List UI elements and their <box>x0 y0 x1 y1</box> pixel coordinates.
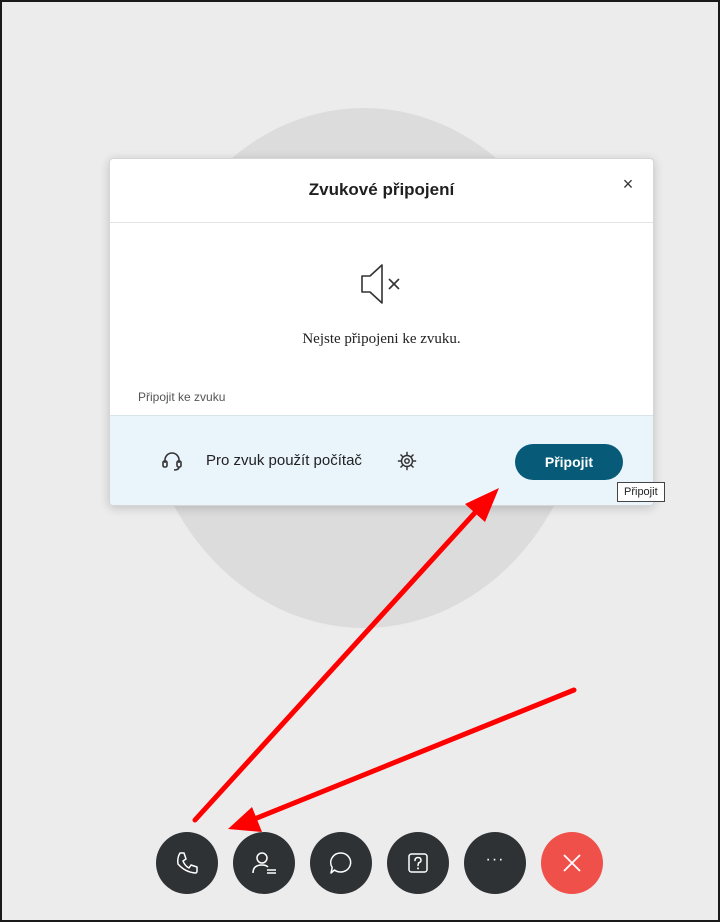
leave-meeting-button[interactable] <box>541 832 603 894</box>
section-label: Připojit ke zvuku <box>138 390 226 404</box>
qa-button[interactable] <box>387 832 449 894</box>
phone-icon <box>177 852 198 874</box>
participants-icon <box>252 852 276 874</box>
chat-button[interactable] <box>310 832 372 894</box>
computer-audio-option[interactable]: Pro zvuk použít počítač Připojit <box>110 415 653 505</box>
more-button[interactable]: ··· <box>464 832 526 894</box>
dialog-header: Zvukové připojení × <box>110 159 653 223</box>
speaker-muted-icon <box>361 264 400 304</box>
more-icon: ··· <box>485 851 505 868</box>
connect-tooltip: Připojit <box>617 482 665 502</box>
headset-icon <box>162 452 182 471</box>
close-dialog-button[interactable]: × <box>617 173 639 195</box>
audio-button[interactable] <box>156 832 218 894</box>
arrow-to-audio-button <box>228 687 577 832</box>
meeting-window: Zvukové připojení × Nejste připojeni ke … <box>0 0 720 922</box>
gear-icon[interactable] <box>396 450 418 472</box>
computer-audio-label: Pro zvuk použít počítač <box>206 452 362 469</box>
question-icon <box>408 853 428 873</box>
audio-status-text: Nejste připojeni ke zvuku. <box>302 331 461 347</box>
dialog-title: Zvukové připojení <box>308 180 455 199</box>
connect-button[interactable]: Připojit <box>515 444 623 480</box>
participants-button[interactable] <box>233 832 295 894</box>
audio-connection-dialog: Zvukové připojení × Nejste připojeni ke … <box>109 158 654 506</box>
close-icon <box>563 854 581 872</box>
chat-icon <box>329 852 352 874</box>
